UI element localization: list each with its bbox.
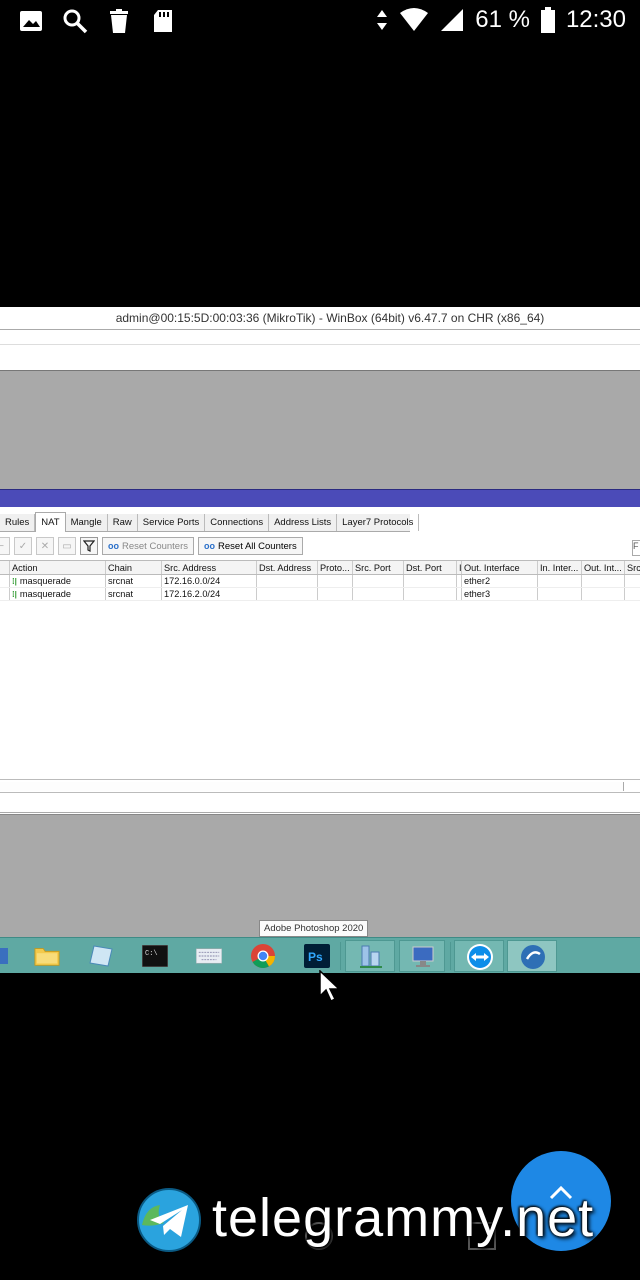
col-src-port[interactable]: Src. Port (353, 561, 404, 574)
minus-icon: − (0, 540, 4, 552)
firewall-window-titlebar[interactable] (0, 489, 640, 507)
trash-icon (110, 9, 128, 33)
terminal-icon[interactable]: C:\ (142, 943, 168, 969)
tab-connections[interactable]: Connections (205, 514, 270, 531)
filter-button[interactable] (80, 537, 98, 555)
masquerade-icon: ⁞| (12, 590, 17, 599)
tab-service-ports[interactable]: Service Ports (138, 514, 206, 531)
remove-button[interactable]: − (0, 537, 10, 555)
winbox-icon (521, 945, 545, 969)
remote-desktop-icon (412, 946, 434, 967)
col-in-interface-list[interactable]: In. Inter... (538, 561, 582, 574)
chrome-icon[interactable] (250, 943, 276, 969)
winbox-title-bar: admin@00:15:5D:00:03:36 (MikroTik) - Win… (0, 307, 640, 329)
masquerade-icon: ⁞| (12, 577, 17, 586)
notification-icons (18, 8, 176, 34)
col-dst-address[interactable]: Dst. Address (257, 561, 318, 574)
col-action[interactable]: Action (10, 561, 106, 574)
network-icon (360, 945, 382, 968)
check-icon: ✓ (18, 540, 28, 552)
enable-button[interactable]: ✓ (14, 537, 32, 555)
taskbar-tooltip: Adobe Photoshop 2020 (259, 920, 369, 937)
reset-all-icon: oo (204, 541, 216, 551)
wifi-icon (400, 8, 429, 31)
tab-layer7-protocols[interactable]: Layer7 Protocols (337, 514, 420, 531)
tab-address-lists[interactable]: Address Lists (269, 514, 338, 531)
window-status-line (0, 795, 640, 813)
teamviewer-icon (467, 944, 493, 970)
comment-icon: ▭ (62, 540, 72, 552)
status-bar: 61 % 12:30 (0, 0, 640, 46)
tab-rules[interactable]: Rules (0, 514, 36, 531)
windows-taskbar: C:\ Ps (0, 937, 640, 973)
col-protocol[interactable]: Proto... (318, 561, 353, 574)
col-src-extra[interactable]: Src (625, 561, 640, 574)
sd-card-icon (154, 10, 172, 32)
tab-nat[interactable]: NAT (35, 512, 66, 532)
horizontal-scrollbar[interactable] (0, 779, 640, 793)
cross-icon: ✕ (40, 540, 50, 552)
screen-recording-frame: admin@00:15:5D:00:03:36 (MikroTik) - Win… (0, 307, 640, 973)
folder-icon[interactable] (34, 943, 60, 969)
col-flags (0, 561, 10, 574)
search-icon (63, 9, 88, 34)
winbox-button[interactable] (507, 940, 557, 972)
image-icon (20, 11, 42, 31)
battery-icon (540, 7, 555, 33)
data-arrows-icon (377, 10, 388, 30)
system-indicators: 61 % 12:30 (375, 6, 626, 34)
firewall-tabs: Rules NAT Mangle Raw Service Ports Conne… (0, 512, 420, 532)
watermark-text: telegrammy.net (212, 1188, 595, 1248)
network-button[interactable] (345, 940, 395, 972)
col-out-interface-list[interactable]: Out. Int... (582, 561, 625, 574)
teamviewer-button[interactable] (454, 940, 504, 972)
notes-icon[interactable] (88, 943, 114, 969)
reset-icon: oo (108, 541, 119, 551)
comment-button[interactable]: ▭ (58, 537, 76, 555)
svg-text:C:\: C:\ (145, 950, 158, 958)
mouse-cursor-icon (319, 970, 341, 1003)
disable-button[interactable]: ✕ (36, 537, 54, 555)
tab-raw[interactable]: Raw (108, 514, 138, 531)
signal-icon (441, 9, 464, 31)
col-chain[interactable]: Chain (106, 561, 162, 574)
telegram-logo-icon (137, 1188, 201, 1252)
table-header: Action Chain Src. Address Dst. Address P… (0, 560, 640, 575)
firewall-window: Rules NAT Mangle Raw Service Ports Conne… (0, 489, 640, 815)
remote-desktop-button[interactable] (399, 940, 445, 972)
col-dst-port[interactable]: Dst. Port (404, 561, 457, 574)
scrollbar-thumb[interactable] (0, 782, 624, 791)
partial-app-icon[interactable] (0, 943, 12, 969)
battery-percent: 61 % (475, 6, 530, 33)
svg-text:Ps: Ps (308, 950, 323, 964)
nat-rules-table: Action Chain Src. Address Dst. Address P… (0, 560, 640, 601)
winbox-menu-strip (0, 329, 640, 371)
col-src-address[interactable]: Src. Address (162, 561, 257, 574)
photoshop-icon[interactable]: Ps (304, 943, 330, 969)
filter-icon (83, 540, 95, 552)
table-row[interactable]: ⁞| masquerade srcnat 172.16.0.0/24 ether2 (0, 575, 640, 588)
clock: 12:30 (565, 6, 626, 33)
find-field[interactable]: F (632, 540, 640, 556)
tab-mangle[interactable]: Mangle (66, 514, 108, 531)
reset-counters-button[interactable]: oo Reset Counters (102, 537, 195, 555)
col-out-interface[interactable]: Out. Interface (462, 561, 538, 574)
reset-all-counters-button[interactable]: oo Reset All Counters (198, 537, 303, 555)
table-row[interactable]: ⁞| masquerade srcnat 172.16.2.0/24 ether3 (0, 588, 640, 601)
nat-toolbar: − ✓ ✕ ▭ oo Reset Counters oo Reset All Cou… (0, 535, 640, 557)
keyboard-icon[interactable] (196, 943, 222, 969)
